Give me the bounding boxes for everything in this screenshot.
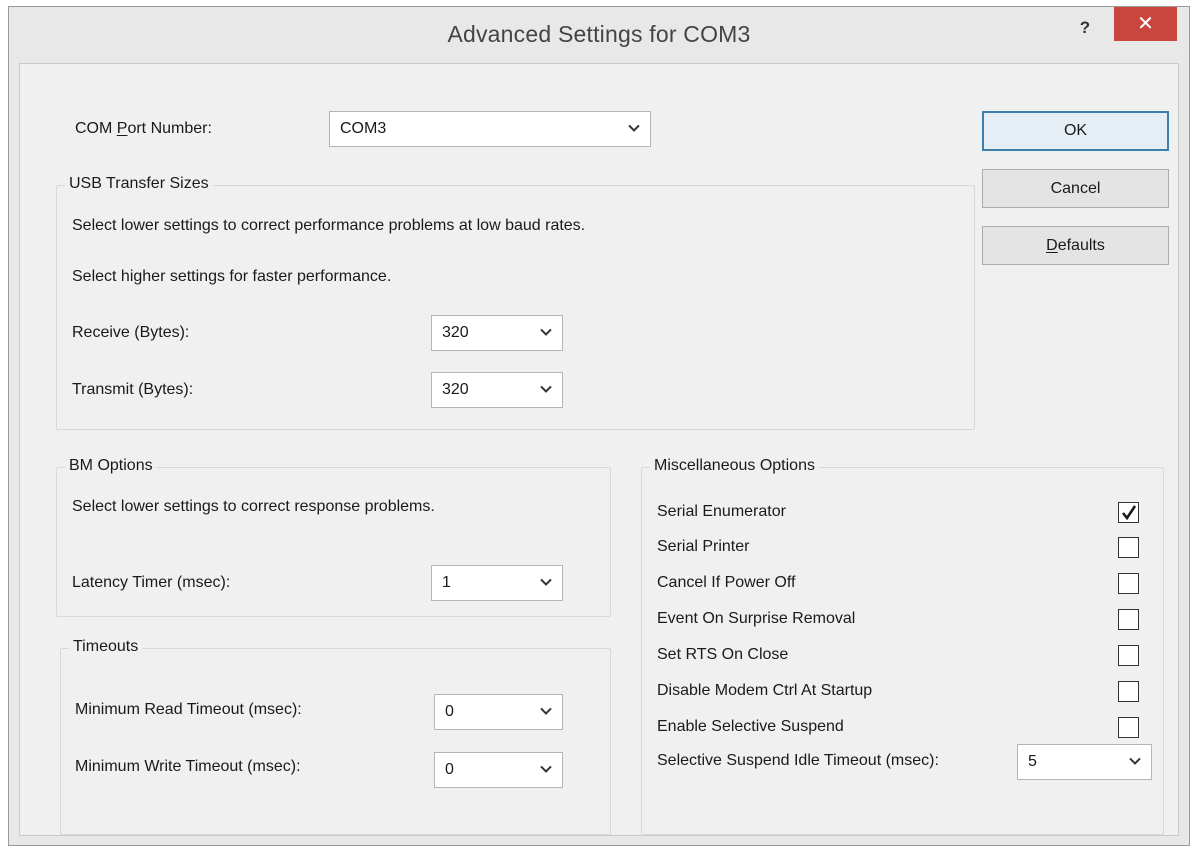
cancel-if-power-off-label: Cancel If Power Off: [657, 574, 796, 591]
help-button[interactable]: ?: [1069, 13, 1101, 43]
latency-select[interactable]: 1: [431, 565, 563, 601]
read-timeout-label: Minimum Read Timeout (msec):: [75, 701, 302, 718]
misc-options-group: Miscellaneous Options Serial Enumerator …: [641, 457, 1164, 835]
bm-options-legend: BM Options: [65, 457, 157, 475]
dialog-content: COM Port Number: COM3 OK Cancel Defaults…: [19, 63, 1179, 836]
transmit-value: 320: [442, 381, 469, 398]
set-rts-on-close-checkbox[interactable]: [1118, 645, 1139, 666]
cancel-button[interactable]: Cancel: [982, 169, 1169, 208]
com-port-label: COM Port Number:: [75, 120, 212, 137]
chevron-down-icon: [540, 385, 552, 393]
idle-timeout-label: Selective Suspend Idle Timeout (msec):: [657, 752, 939, 769]
close-button[interactable]: ✕: [1114, 7, 1177, 41]
transmit-label: Transmit (Bytes):: [72, 381, 194, 398]
chevron-down-icon: [540, 578, 552, 586]
cancel-if-power-off-checkbox[interactable]: [1118, 573, 1139, 594]
set-rts-on-close-label: Set RTS On Close: [657, 646, 789, 663]
chevron-down-icon: [1129, 757, 1141, 765]
usb-transfer-group: USB Transfer Sizes Select lower settings…: [56, 175, 975, 430]
serial-printer-checkbox[interactable]: [1118, 537, 1139, 558]
idle-timeout-select[interactable]: 5: [1017, 744, 1152, 780]
serial-enumerator-label: Serial Enumerator: [657, 503, 786, 520]
disable-modem-ctrl-checkbox[interactable]: [1118, 681, 1139, 702]
disable-modem-ctrl-label: Disable Modem Ctrl At Startup: [657, 682, 873, 699]
com-port-select[interactable]: COM3: [329, 111, 651, 147]
receive-select[interactable]: 320: [431, 315, 563, 351]
bm-options-group: BM Options Select lower settings to corr…: [56, 457, 611, 617]
ok-button[interactable]: OK: [982, 111, 1169, 151]
latency-label: Latency Timer (msec):: [72, 574, 231, 591]
serial-enumerator-checkbox[interactable]: [1118, 502, 1139, 523]
dialog-window: Advanced Settings for COM3 ? ✕ COM Port …: [8, 6, 1190, 846]
receive-value: 320: [442, 324, 469, 341]
defaults-button[interactable]: Defaults: [982, 226, 1169, 265]
write-timeout-value: 0: [445, 761, 454, 778]
event-on-surprise-removal-label: Event On Surprise Removal: [657, 610, 856, 627]
latency-value: 1: [442, 574, 451, 591]
usb-transfer-legend: USB Transfer Sizes: [65, 175, 213, 193]
read-timeout-value: 0: [445, 703, 454, 720]
serial-printer-label: Serial Printer: [657, 538, 750, 555]
receive-label: Receive (Bytes):: [72, 324, 190, 341]
title-bar[interactable]: Advanced Settings for COM3 ? ✕: [9, 7, 1189, 63]
write-timeout-label: Minimum Write Timeout (msec):: [75, 758, 301, 775]
enable-selective-suspend-checkbox[interactable]: [1118, 717, 1139, 738]
window-title: Advanced Settings for COM3: [447, 21, 751, 47]
com-port-value: COM3: [340, 120, 387, 137]
chevron-down-icon: [540, 328, 552, 336]
chevron-down-icon: [628, 124, 640, 132]
checkmark-icon: [1121, 505, 1137, 521]
chevron-down-icon: [540, 707, 552, 715]
misc-options-legend: Miscellaneous Options: [650, 457, 819, 475]
read-timeout-select[interactable]: 0: [434, 694, 563, 730]
timeouts-group: Timeouts Minimum Read Timeout (msec): 0 …: [60, 638, 611, 835]
timeouts-legend: Timeouts: [69, 638, 143, 656]
chevron-down-icon: [540, 765, 552, 773]
enable-selective-suspend-label: Enable Selective Suspend: [657, 718, 844, 735]
write-timeout-select[interactable]: 0: [434, 752, 563, 788]
transmit-select[interactable]: 320: [431, 372, 563, 408]
idle-timeout-value: 5: [1028, 753, 1037, 770]
event-on-surprise-removal-checkbox[interactable]: [1118, 609, 1139, 630]
bm-options-description: Select lower settings to correct respons…: [72, 498, 435, 515]
close-icon: ✕: [1137, 13, 1154, 35]
usb-transfer-line2: Select higher settings for faster perfor…: [72, 268, 392, 285]
usb-transfer-line1: Select lower settings to correct perform…: [72, 217, 586, 234]
